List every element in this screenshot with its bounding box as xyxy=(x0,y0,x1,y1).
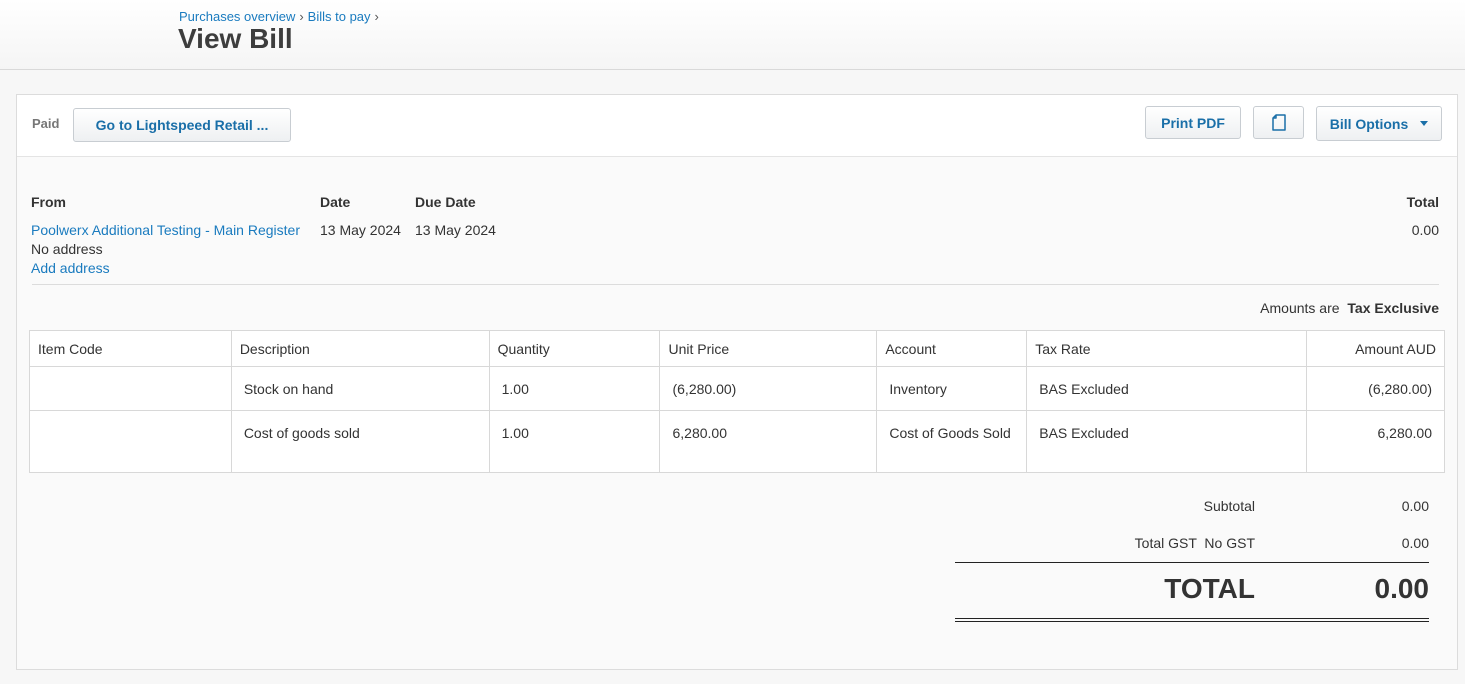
cell-account: Cost of Goods Sold xyxy=(876,410,1028,473)
status-badge: Paid xyxy=(32,116,60,131)
breadcrumb-separator: › xyxy=(374,9,379,24)
chevron-down-icon xyxy=(1420,121,1429,126)
column-header-item-code: Item Code xyxy=(29,330,232,367)
cell-account: Inventory xyxy=(876,366,1028,411)
cell-amount: 6,280.00 xyxy=(1306,410,1445,473)
amounts-are-note: Amounts are Tax Exclusive xyxy=(1260,300,1439,316)
line-items-table: Item Code Description Quantity Unit Pric… xyxy=(29,330,1445,473)
page-title: View Bill xyxy=(178,23,293,54)
cell-quantity: 1.00 xyxy=(488,410,661,473)
copy-button[interactable] xyxy=(1253,106,1304,139)
cell-tax-rate: BAS Excluded xyxy=(1026,410,1308,473)
bill-options-button[interactable]: Bill Options xyxy=(1316,106,1442,141)
add-address-link[interactable]: Add address xyxy=(31,260,110,276)
totals-divider xyxy=(955,562,1429,563)
subtotal-value: 0.00 xyxy=(1401,498,1429,514)
bill-panel: Paid Go to Lightspeed Retail ... Print P… xyxy=(16,94,1458,670)
column-header-account: Account xyxy=(876,330,1028,367)
supplier-address: No address xyxy=(31,241,103,257)
bill-due-date: 13 May 2024 xyxy=(415,222,496,238)
bill-total: 0.00 xyxy=(1411,222,1439,238)
breadcrumb-separator: › xyxy=(299,9,304,24)
cell-quantity: 1.00 xyxy=(488,366,661,411)
gst-label: Total GST No GST xyxy=(1134,535,1255,551)
copy-document-icon xyxy=(1271,114,1286,131)
bill-options-label: Bill Options xyxy=(1329,115,1409,132)
cell-item-code xyxy=(29,410,232,473)
cell-tax-rate: BAS Excluded xyxy=(1026,366,1308,411)
breadcrumb-purchases-overview[interactable]: Purchases overview xyxy=(179,9,295,24)
cell-unit-price: (6,280.00) xyxy=(659,366,878,411)
column-header-unit-price: Unit Price xyxy=(659,330,878,367)
due-date-label: Due Date xyxy=(415,194,476,210)
from-label: From xyxy=(31,194,66,210)
gst-value: 0.00 xyxy=(1401,535,1429,551)
table-row: Stock on hand 1.00 (6,280.00) Inventory … xyxy=(29,366,1445,411)
column-header-quantity: Quantity xyxy=(488,330,661,367)
bill-date: 13 May 2024 xyxy=(320,222,401,238)
cell-amount: (6,280.00) xyxy=(1306,366,1445,411)
totals-double-rule xyxy=(955,618,1429,622)
grand-total-label: TOTAL xyxy=(1164,573,1255,604)
cell-description: Cost of goods sold xyxy=(230,410,490,473)
amounts-are-label: Amounts are xyxy=(1260,300,1340,316)
date-label: Date xyxy=(320,194,351,210)
subtotal-label: Subtotal xyxy=(1203,498,1255,514)
go-to-lightspeed-button[interactable]: Go to Lightspeed Retail ... xyxy=(73,108,291,142)
grand-total-value: 0.00 xyxy=(1374,573,1430,604)
column-header-amount: Amount AUD xyxy=(1306,330,1445,367)
column-header-description: Description xyxy=(230,330,490,367)
amounts-are-value: Tax Exclusive xyxy=(1347,300,1439,316)
table-row: Cost of goods sold 1.00 6,280.00 Cost of… xyxy=(29,410,1445,473)
page-header: Purchases overview › Bills to pay › View Bi… xyxy=(0,0,1465,70)
breadcrumb-bills-to-pay[interactable]: Bills to pay xyxy=(308,9,371,24)
divider xyxy=(32,284,1439,285)
table-header-row: Item Code Description Quantity Unit Pric… xyxy=(29,330,1445,367)
column-header-tax-rate: Tax Rate xyxy=(1026,330,1308,367)
breadcrumb: Purchases overview › Bills to pay › xyxy=(179,9,383,24)
supplier-link[interactable]: Poolwerx Additional Testing - Main Regis… xyxy=(31,222,300,238)
bill-toolbar: Paid Go to Lightspeed Retail ... Print P… xyxy=(17,95,1457,157)
cell-unit-price: 6,280.00 xyxy=(659,410,878,473)
total-label: Total xyxy=(1406,194,1439,210)
cell-item-code xyxy=(29,366,232,411)
cell-description: Stock on hand xyxy=(230,366,490,411)
print-pdf-button[interactable]: Print PDF xyxy=(1145,106,1241,139)
